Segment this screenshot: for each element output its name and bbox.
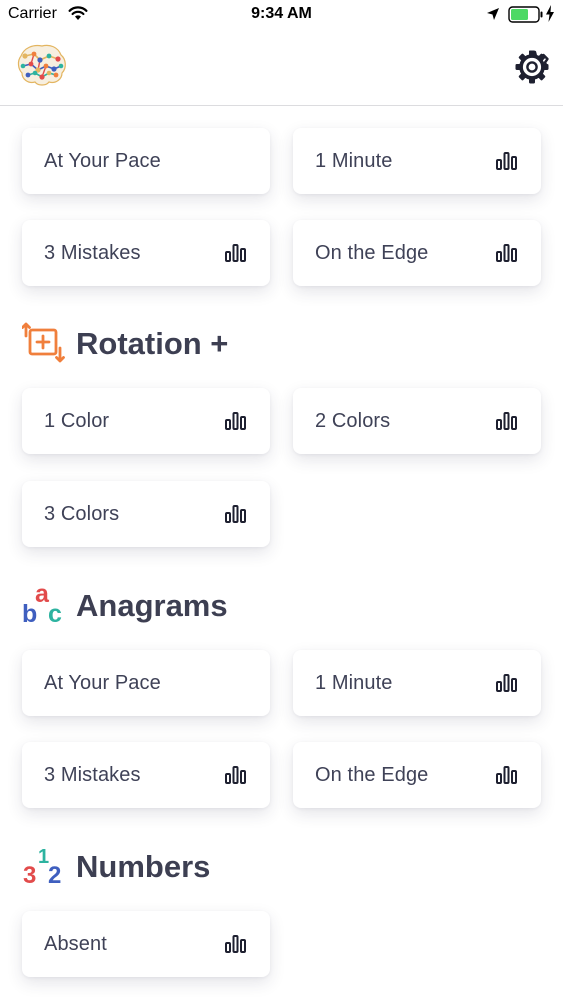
mode-card-on-the-edge[interactable]: On the Edge xyxy=(293,742,541,808)
section-title-numbers: Numbers xyxy=(76,849,211,884)
charging-icon xyxy=(545,5,555,27)
section-title-anagrams: Anagrams xyxy=(76,588,228,623)
brain-icon xyxy=(16,42,68,95)
mode-card-label: On the Edge xyxy=(315,242,429,264)
status-bar: Carrier 9:34 AM xyxy=(0,0,563,30)
stats-icon[interactable] xyxy=(496,766,517,784)
stats-icon[interactable] xyxy=(496,412,517,430)
stats-icon[interactable] xyxy=(225,244,246,262)
header-bar xyxy=(0,30,563,106)
mode-card-label: 1 Color xyxy=(44,410,110,432)
stats-icon[interactable] xyxy=(225,505,246,523)
mode-card-label: 2 Colors xyxy=(315,410,391,432)
stats-icon[interactable] xyxy=(225,766,246,784)
mode-card-label: 3 Mistakes xyxy=(44,242,141,264)
rotation-plus-icon xyxy=(21,320,66,369)
numbers-icon-digit: 3 xyxy=(23,862,36,886)
gear-icon[interactable] xyxy=(514,49,550,90)
mode-card-label: At Your Pace xyxy=(44,672,161,694)
section-title-rotation: Rotation + xyxy=(76,326,229,361)
mode-card-3-mistakes[interactable]: 3 Mistakes xyxy=(22,220,270,286)
mode-card-label: On the Edge xyxy=(315,764,429,786)
mode-card-label: 1 Minute xyxy=(315,150,393,172)
mode-card-label: 3 Colors xyxy=(44,503,120,525)
stats-icon[interactable] xyxy=(225,935,246,953)
stats-icon[interactable] xyxy=(496,244,517,262)
mode-card-1-minute[interactable]: 1 Minute xyxy=(293,650,541,716)
abc-icon: b a c xyxy=(22,580,66,631)
mode-card-1-color[interactable]: 1 Color xyxy=(22,388,270,454)
stats-icon[interactable] xyxy=(225,412,246,430)
numbers-icon: 3 1 2 xyxy=(22,842,66,891)
mode-card-label: At Your Pace xyxy=(44,150,161,172)
battery-icon xyxy=(508,6,544,28)
stats-icon[interactable] xyxy=(496,152,517,170)
mode-card-absent[interactable]: Absent xyxy=(22,911,270,977)
mode-card-label: Absent xyxy=(44,933,107,955)
game-mode-list[interactable]: At Your Pace 1 Minute 3 Mistakes On the … xyxy=(0,106,563,1000)
stats-icon[interactable] xyxy=(496,674,517,692)
numbers-icon-digit: 2 xyxy=(48,862,61,886)
mode-card-1-minute[interactable]: 1 Minute xyxy=(293,128,541,194)
location-icon xyxy=(486,7,500,26)
mode-card-on-the-edge[interactable]: On the Edge xyxy=(293,220,541,286)
mode-card-label: 3 Mistakes xyxy=(44,764,141,786)
abc-icon-letter: c xyxy=(48,600,62,626)
mode-card-3-mistakes[interactable]: 3 Mistakes xyxy=(22,742,270,808)
mode-card-at-your-pace[interactable]: At Your Pace xyxy=(22,128,270,194)
mode-card-label: 1 Minute xyxy=(315,672,393,694)
mode-card-2-colors[interactable]: 2 Colors xyxy=(293,388,541,454)
status-time: 9:34 AM xyxy=(251,5,312,22)
mode-card-3-colors[interactable]: 3 Colors xyxy=(22,481,270,547)
mode-card-at-your-pace[interactable]: At Your Pace xyxy=(22,650,270,716)
